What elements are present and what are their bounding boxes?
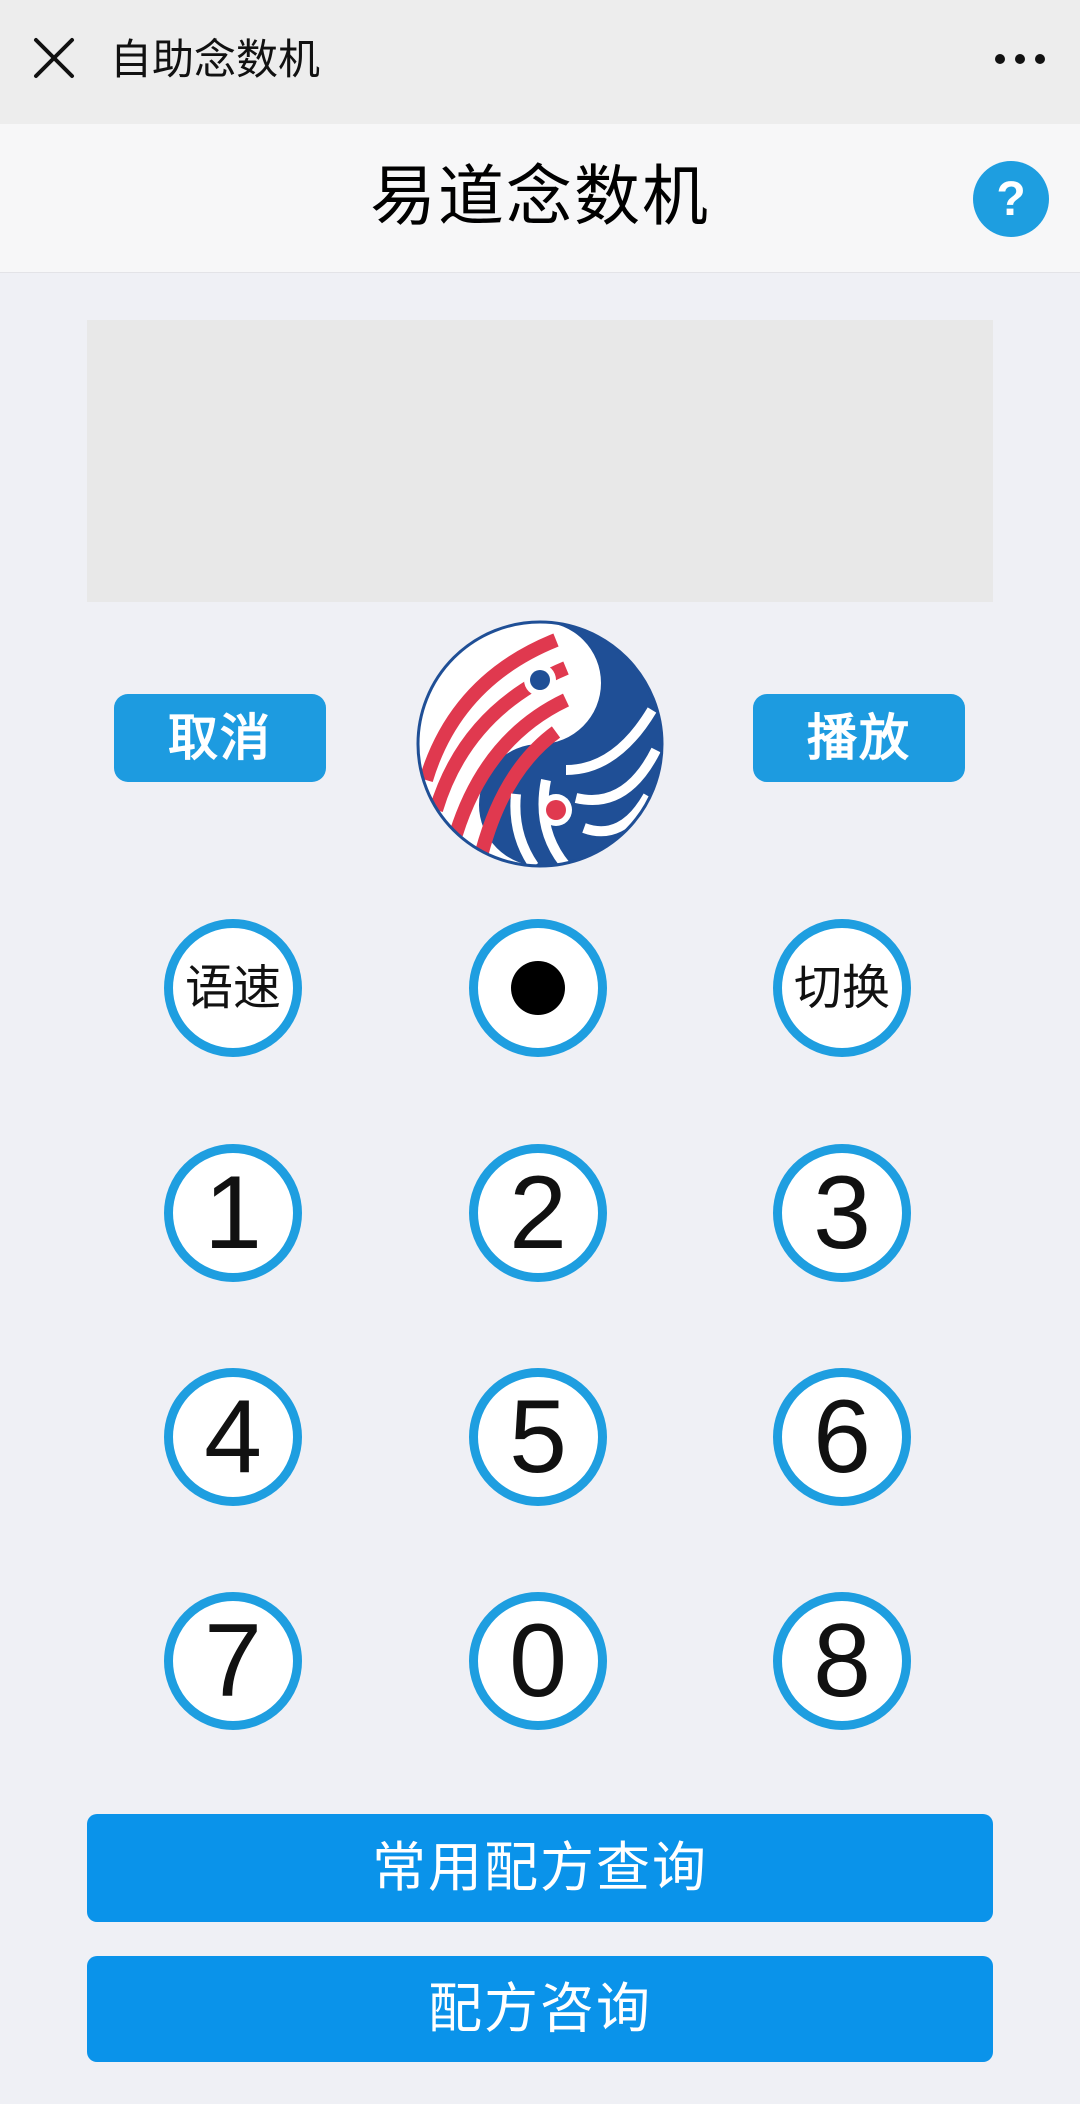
digit-key-7[interactable]: 7 [164,1592,302,1730]
digit-key-6[interactable]: 6 [773,1368,911,1506]
digit-label: 7 [204,1603,262,1719]
recipe-query-button[interactable]: 常用配方查询 [87,1814,993,1922]
more-icon[interactable] [990,34,1050,84]
svg-text:?: ? [996,173,1025,226]
digit-label: 8 [813,1603,871,1719]
yin-yang-logo [416,620,664,868]
digit-key-3[interactable]: 3 [773,1144,911,1282]
recipe-consult-button[interactable]: 配方咨询 [87,1956,993,2062]
record-key[interactable] [469,919,607,1057]
digit-label: 2 [509,1155,567,1271]
number-display [87,320,993,602]
play-button[interactable]: 播放 [753,694,965,782]
switch-key[interactable]: 切换 [773,919,911,1057]
page-title: 易道念数机 [370,158,710,235]
digit-label: 3 [813,1155,871,1271]
help-icon[interactable]: ? [972,160,1050,238]
digit-label: 4 [204,1379,262,1495]
cancel-button[interactable]: 取消 [114,694,326,782]
digit-key-1[interactable]: 1 [164,1144,302,1282]
close-icon[interactable] [28,32,80,84]
digit-key-8[interactable]: 8 [773,1592,911,1730]
digit-key-0[interactable]: 0 [469,1592,607,1730]
page-header: 易道念数机 ? [0,124,1080,273]
speed-key-label: 语速 [184,960,281,1016]
window-title: 自助念数机 [110,35,321,84]
digit-label: 1 [204,1155,262,1271]
switch-key-label: 切换 [793,960,890,1016]
digit-key-5[interactable]: 5 [469,1368,607,1506]
speed-key[interactable]: 语速 [164,919,302,1057]
digit-key-2[interactable]: 2 [469,1144,607,1282]
digit-label: 6 [813,1379,871,1495]
digit-key-4[interactable]: 4 [164,1368,302,1506]
top-bar: 自助念数机 [0,0,1080,124]
digit-label: 5 [509,1379,567,1495]
record-dot-icon [511,961,565,1015]
digit-label: 0 [509,1603,567,1719]
